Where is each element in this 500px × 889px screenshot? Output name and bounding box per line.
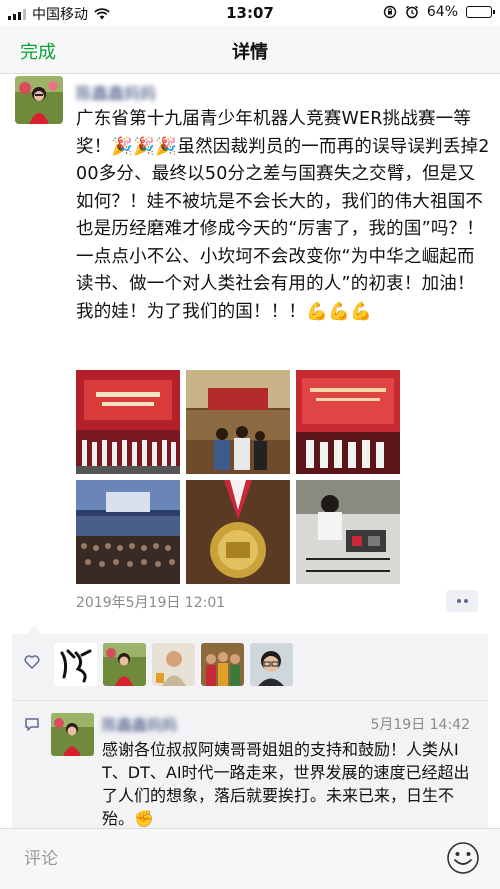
- battery-percent: 64%: [426, 4, 458, 20]
- calligraphy-avatar[interactable]: [54, 643, 97, 686]
- photo-grid: [76, 370, 400, 584]
- heart-icon: [24, 655, 40, 669]
- post-date: 2019年5月19日 12:01: [76, 595, 226, 611]
- child-avatar[interactable]: [152, 643, 195, 686]
- status-bar: 中国移动 13:07 64%: [0, 0, 500, 26]
- post-author-name[interactable]: 陈鑫鑫妈妈: [76, 80, 156, 104]
- group-avatar[interactable]: [201, 643, 244, 686]
- stage-banner-photo[interactable]: [76, 370, 180, 474]
- navigation-bar: 完成 详情: [0, 26, 500, 74]
- comment-author-avatar[interactable]: [51, 713, 94, 756]
- comment-text: 感谢各位叔叔阿姨哥哥姐姐的支持和鼓励！人类从IT、DT、AI时代一路走来，世界发…: [102, 740, 470, 828]
- orientation-lock-icon: [383, 5, 397, 19]
- robot-building-photo[interactable]: [296, 480, 400, 584]
- like-avatars: [54, 643, 293, 686]
- boy-glasses-avatar[interactable]: [250, 643, 293, 686]
- author-avatar[interactable]: [15, 76, 63, 124]
- status-right: 64%: [383, 4, 495, 20]
- comment-input-bar: [0, 828, 500, 889]
- audience-hall-photo[interactable]: [76, 480, 180, 584]
- woman-field-avatar[interactable]: [103, 643, 146, 686]
- auditorium-photo[interactable]: [186, 370, 290, 474]
- more-options-button[interactable]: [446, 590, 478, 612]
- dot-icon: [463, 599, 468, 603]
- emoji-icon[interactable]: [446, 841, 480, 875]
- comment-author-name[interactable]: 陈鑫鑫妈妈: [102, 714, 177, 735]
- comment-time: 5月19日 14:42: [370, 717, 470, 733]
- panel-pointer: [26, 626, 42, 634]
- post-text: 广东省第十九届青少年机器人竞赛WER挑战赛一等奖！🎉🎉🎉虽然因裁判员的一而再的误…: [76, 109, 490, 322]
- dot-icon: [456, 599, 461, 603]
- gold-medal-photo[interactable]: [186, 480, 290, 584]
- page-title: 详情: [232, 42, 268, 63]
- comment-input[interactable]: [12, 838, 432, 880]
- award-ceremony-photo[interactable]: [296, 370, 400, 474]
- panel-divider: [12, 700, 488, 701]
- battery-icon: [466, 6, 495, 18]
- comment-icon: [25, 718, 39, 731]
- alarm-icon: [405, 5, 418, 19]
